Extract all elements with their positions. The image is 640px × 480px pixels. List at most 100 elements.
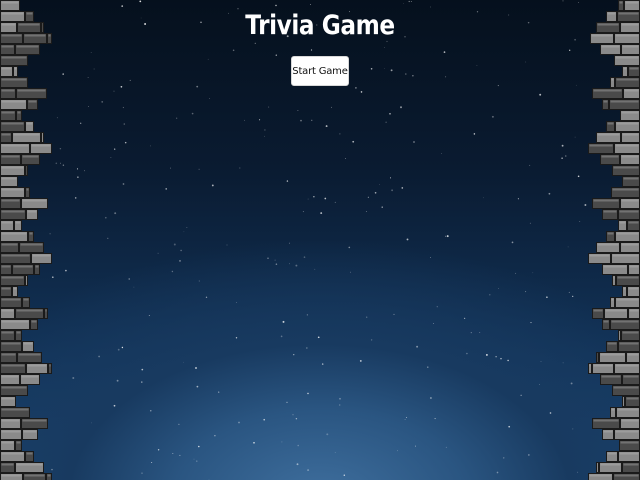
star: [410, 0, 412, 2]
brick-highlight: [624, 89, 639, 92]
star: [211, 184, 214, 187]
brick-highlight: [615, 430, 639, 433]
brick-highlight: [20, 243, 43, 246]
brick-highlight: [16, 309, 43, 312]
star: [572, 295, 574, 298]
brick-highlight: [1, 133, 11, 136]
star: [205, 296, 208, 298]
brick-highlight: [28, 100, 37, 103]
brick-highlight: [1, 100, 26, 103]
brick-highlight: [618, 12, 639, 15]
star: [334, 452, 336, 454]
star: [568, 291, 570, 293]
star: [574, 136, 576, 138]
star: [139, 0, 142, 3]
star: [577, 175, 580, 178]
star: [129, 79, 131, 81]
brick-highlight: [593, 199, 619, 202]
brick-highlight: [1, 320, 29, 323]
brick-highlight: [16, 45, 39, 48]
star: [463, 317, 466, 320]
brick-highlight: [601, 155, 619, 158]
brick-highlight: [1, 177, 17, 180]
brick-highlight: [593, 364, 613, 367]
brick-highlight: [1, 386, 27, 389]
brick-highlight: [23, 298, 29, 301]
star: [427, 366, 429, 368]
star: [292, 414, 294, 416]
star: [443, 51, 446, 53]
star: [485, 353, 488, 356]
brick: [596, 352, 599, 363]
brick-highlight: [607, 342, 617, 345]
star: [546, 296, 548, 299]
star: [123, 123, 126, 125]
brick-highlight: [589, 474, 612, 477]
star: [313, 196, 315, 198]
brick-highlight: [620, 441, 639, 444]
brick-highlight: [17, 89, 46, 92]
star: [569, 49, 571, 51]
star: [381, 206, 383, 208]
brick-highlight: [1, 243, 18, 246]
brick: [25, 275, 28, 286]
star: [114, 148, 116, 150]
star: [295, 264, 298, 267]
star: [76, 168, 79, 170]
brick-highlight: [607, 452, 617, 455]
star: [339, 133, 341, 135]
star: [165, 188, 167, 190]
star: [51, 276, 54, 279]
brick-highlight: [622, 331, 639, 334]
star: [282, 320, 285, 323]
star: [303, 256, 306, 258]
star: [429, 397, 432, 399]
brick-highlight: [1, 463, 14, 466]
star: [60, 162, 61, 164]
star: [391, 189, 393, 192]
star: [253, 441, 255, 444]
brick-highlight: [629, 67, 639, 70]
brick-highlight: [1, 188, 24, 191]
brick-highlight: [612, 254, 639, 257]
brick-highlight: [603, 265, 627, 268]
star: [374, 191, 377, 194]
brick-highlight: [593, 89, 622, 92]
star: [209, 98, 210, 99]
star: [121, 5, 124, 7]
brick-highlight: [1, 34, 22, 37]
star: [80, 122, 82, 124]
brick-highlight: [1, 309, 14, 312]
star: [87, 77, 89, 78]
star: [470, 332, 472, 334]
star: [55, 162, 58, 165]
start-game-button[interactable]: Start Game: [291, 56, 349, 86]
star: [232, 49, 235, 52]
star: [300, 119, 302, 122]
star: [297, 444, 299, 447]
star: [540, 361, 542, 362]
star: [397, 450, 398, 452]
star: [226, 244, 228, 246]
star: [113, 404, 116, 407]
star: [306, 314, 309, 316]
star: [579, 221, 581, 223]
brick-highlight: [607, 232, 614, 235]
star: [93, 68, 95, 70]
brick-highlight: [22, 155, 39, 158]
brick-highlight: [619, 452, 639, 455]
brick-highlight: [1, 474, 22, 477]
brick-highlight: [603, 100, 608, 103]
star: [406, 416, 408, 418]
star: [326, 433, 329, 436]
star: [515, 272, 517, 274]
star: [186, 227, 188, 228]
star: [263, 418, 266, 421]
star: [207, 58, 209, 60]
star: [350, 271, 351, 273]
star: [264, 135, 266, 137]
star: [264, 129, 266, 131]
star: [565, 155, 567, 157]
star: [65, 269, 67, 272]
brick-highlight: [13, 265, 33, 268]
